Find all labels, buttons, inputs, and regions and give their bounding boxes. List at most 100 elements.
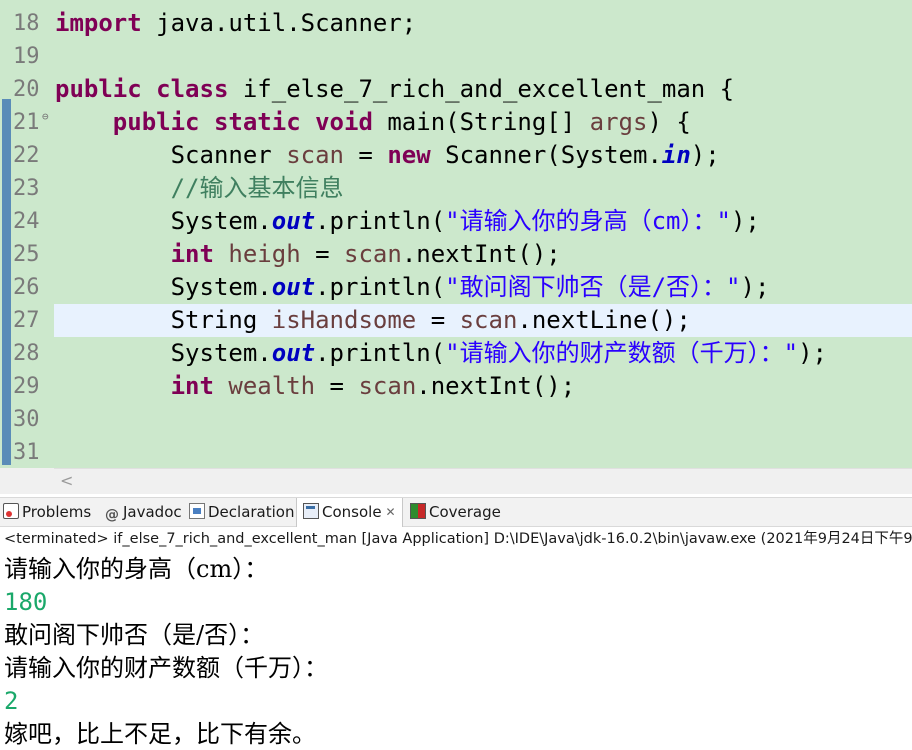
code-token: java.util.Scanner; bbox=[141, 9, 417, 37]
code-token: //输入基本信息 bbox=[170, 174, 344, 202]
code-editor[interactable]: 18 import java.util.Scanner; 19 20 public cl… bbox=[0, 0, 912, 468]
code-token: = bbox=[300, 240, 345, 268]
code-line[interactable]: public static void main(String[] args) { bbox=[55, 106, 691, 139]
line-number: 21 bbox=[13, 110, 40, 135]
console-status-bar: <terminated> if_else_7_rich_and_excellen… bbox=[0, 528, 912, 550]
close-icon[interactable]: ✕ bbox=[386, 498, 396, 527]
line-number: 24 bbox=[13, 209, 40, 234]
tab-label: Coverage bbox=[429, 503, 501, 521]
code-line[interactable]: System.out.println("请输入你的财产数额（千万）："); bbox=[55, 337, 827, 370]
code-line[interactable]: public class if_else_7_rich_and_excellen… bbox=[55, 73, 734, 106]
code-token: out bbox=[271, 207, 316, 235]
code-token: heigh bbox=[228, 240, 301, 268]
line-number: 22 bbox=[13, 143, 40, 168]
code-token: ); bbox=[730, 207, 760, 235]
line-number: 19 bbox=[13, 44, 40, 69]
code-line[interactable]: String isHandsome = scan.nextLine(); bbox=[55, 304, 691, 337]
code-token: scan bbox=[286, 141, 344, 169]
problems-icon bbox=[3, 503, 19, 519]
console-output-line: 请输入你的身高（cm）： bbox=[4, 555, 269, 583]
code-line[interactable]: import java.util.Scanner; bbox=[55, 7, 416, 40]
code-token: class bbox=[156, 75, 229, 103]
declaration-icon bbox=[189, 503, 205, 519]
fold-collapse-icon[interactable]: ⊖ bbox=[42, 110, 49, 123]
line-number: 29 bbox=[13, 374, 40, 399]
javadoc-icon: @ bbox=[105, 507, 119, 523]
code-token: ); bbox=[740, 273, 770, 301]
code-line[interactable]: System.out.println("请输入你的身高（cm）："); bbox=[55, 205, 760, 238]
gutter-footer bbox=[0, 468, 54, 494]
code-token: System. bbox=[55, 273, 272, 301]
code-token: args bbox=[589, 108, 648, 136]
code-token: scan bbox=[459, 306, 518, 334]
code-line[interactable]: int wealth = scan.nextInt(); bbox=[55, 370, 576, 403]
code-token: if_else_7_rich_and_excellent_man { bbox=[228, 75, 735, 103]
line-number: 28 bbox=[13, 341, 40, 366]
line-number: 20 bbox=[13, 77, 40, 102]
code-token: .nextInt(); bbox=[416, 372, 576, 400]
console-output-line: 请输入你的财产数额（千万）： bbox=[4, 654, 328, 682]
code-token: ); bbox=[690, 141, 720, 169]
code-token: "敢问阁下帅否（是/否）：" bbox=[445, 273, 741, 301]
tab-label: Console bbox=[322, 503, 382, 521]
code-token: .println( bbox=[315, 207, 446, 235]
code-token: out bbox=[271, 273, 316, 301]
line-number: 31 bbox=[13, 440, 40, 465]
code-line[interactable]: System.out.println("敢问阁下帅否（是/否）："); bbox=[55, 271, 770, 304]
line-number: 18 bbox=[13, 11, 40, 36]
console-icon bbox=[303, 503, 319, 519]
code-token: .nextInt(); bbox=[401, 240, 561, 268]
code-token: scan bbox=[358, 372, 417, 400]
code-token: scan bbox=[344, 240, 402, 268]
view-tab-bar: Problems @ Javadoc Declaration Console ✕ C… bbox=[0, 497, 912, 527]
code-token: in bbox=[661, 141, 691, 169]
scroll-left-icon[interactable]: < bbox=[60, 471, 73, 490]
console-output-line: 敢问阁下帅否（是/否）： bbox=[4, 621, 265, 649]
code-token: void bbox=[315, 108, 373, 136]
coverage-icon bbox=[410, 503, 426, 519]
code-token: int bbox=[170, 240, 214, 268]
line-number: 25 bbox=[13, 242, 40, 267]
horizontal-scrollbar[interactable]: < bbox=[54, 468, 912, 494]
code-token: ) { bbox=[647, 108, 691, 136]
code-token: .println( bbox=[315, 339, 446, 367]
tab-coverage[interactable]: Coverage bbox=[410, 498, 501, 527]
console-output[interactable]: 请输入你的身高（cm）： 180 敢问阁下帅否（是/否）： 请输入你的财产数额（千万）… bbox=[0, 550, 912, 750]
code-token: Scanner(System. bbox=[430, 141, 662, 169]
code-token: = bbox=[315, 372, 359, 400]
tab-declaration[interactable]: Declaration bbox=[189, 498, 294, 527]
code-token: .println( bbox=[315, 273, 446, 301]
code-token: System. bbox=[55, 339, 272, 367]
code-token: System. bbox=[55, 207, 272, 235]
line-number: 27 bbox=[13, 308, 40, 333]
code-token: "请输入你的身高（cm）：" bbox=[445, 207, 731, 235]
code-token: = bbox=[416, 306, 460, 334]
code-token: static bbox=[213, 108, 301, 136]
code-line[interactable]: Scanner scan = new Scanner(System.in); bbox=[55, 139, 720, 172]
tab-label: Problems bbox=[22, 503, 92, 521]
tab-label: Javadoc bbox=[123, 503, 182, 521]
code-token: String bbox=[55, 306, 272, 334]
console-input-line: 180 bbox=[4, 588, 48, 616]
tab-javadoc[interactable]: @ Javadoc bbox=[104, 498, 182, 527]
tab-label: Declaration bbox=[208, 503, 295, 521]
console-input-line: 2 bbox=[4, 687, 19, 715]
tab-problems[interactable]: Problems bbox=[3, 498, 91, 527]
line-number: 23 bbox=[13, 176, 40, 201]
code-token: out bbox=[271, 339, 316, 367]
code-token: "请输入你的财产数额（千万）：" bbox=[445, 339, 799, 367]
code-line[interactable]: //输入基本信息 bbox=[55, 172, 344, 205]
tab-console[interactable]: Console ✕ bbox=[296, 498, 403, 527]
change-marker bbox=[2, 99, 11, 465]
code-token: .nextLine(); bbox=[517, 306, 691, 334]
code-line[interactable]: int heigh = scan.nextInt(); bbox=[55, 238, 561, 271]
line-number: 30 bbox=[13, 407, 40, 432]
